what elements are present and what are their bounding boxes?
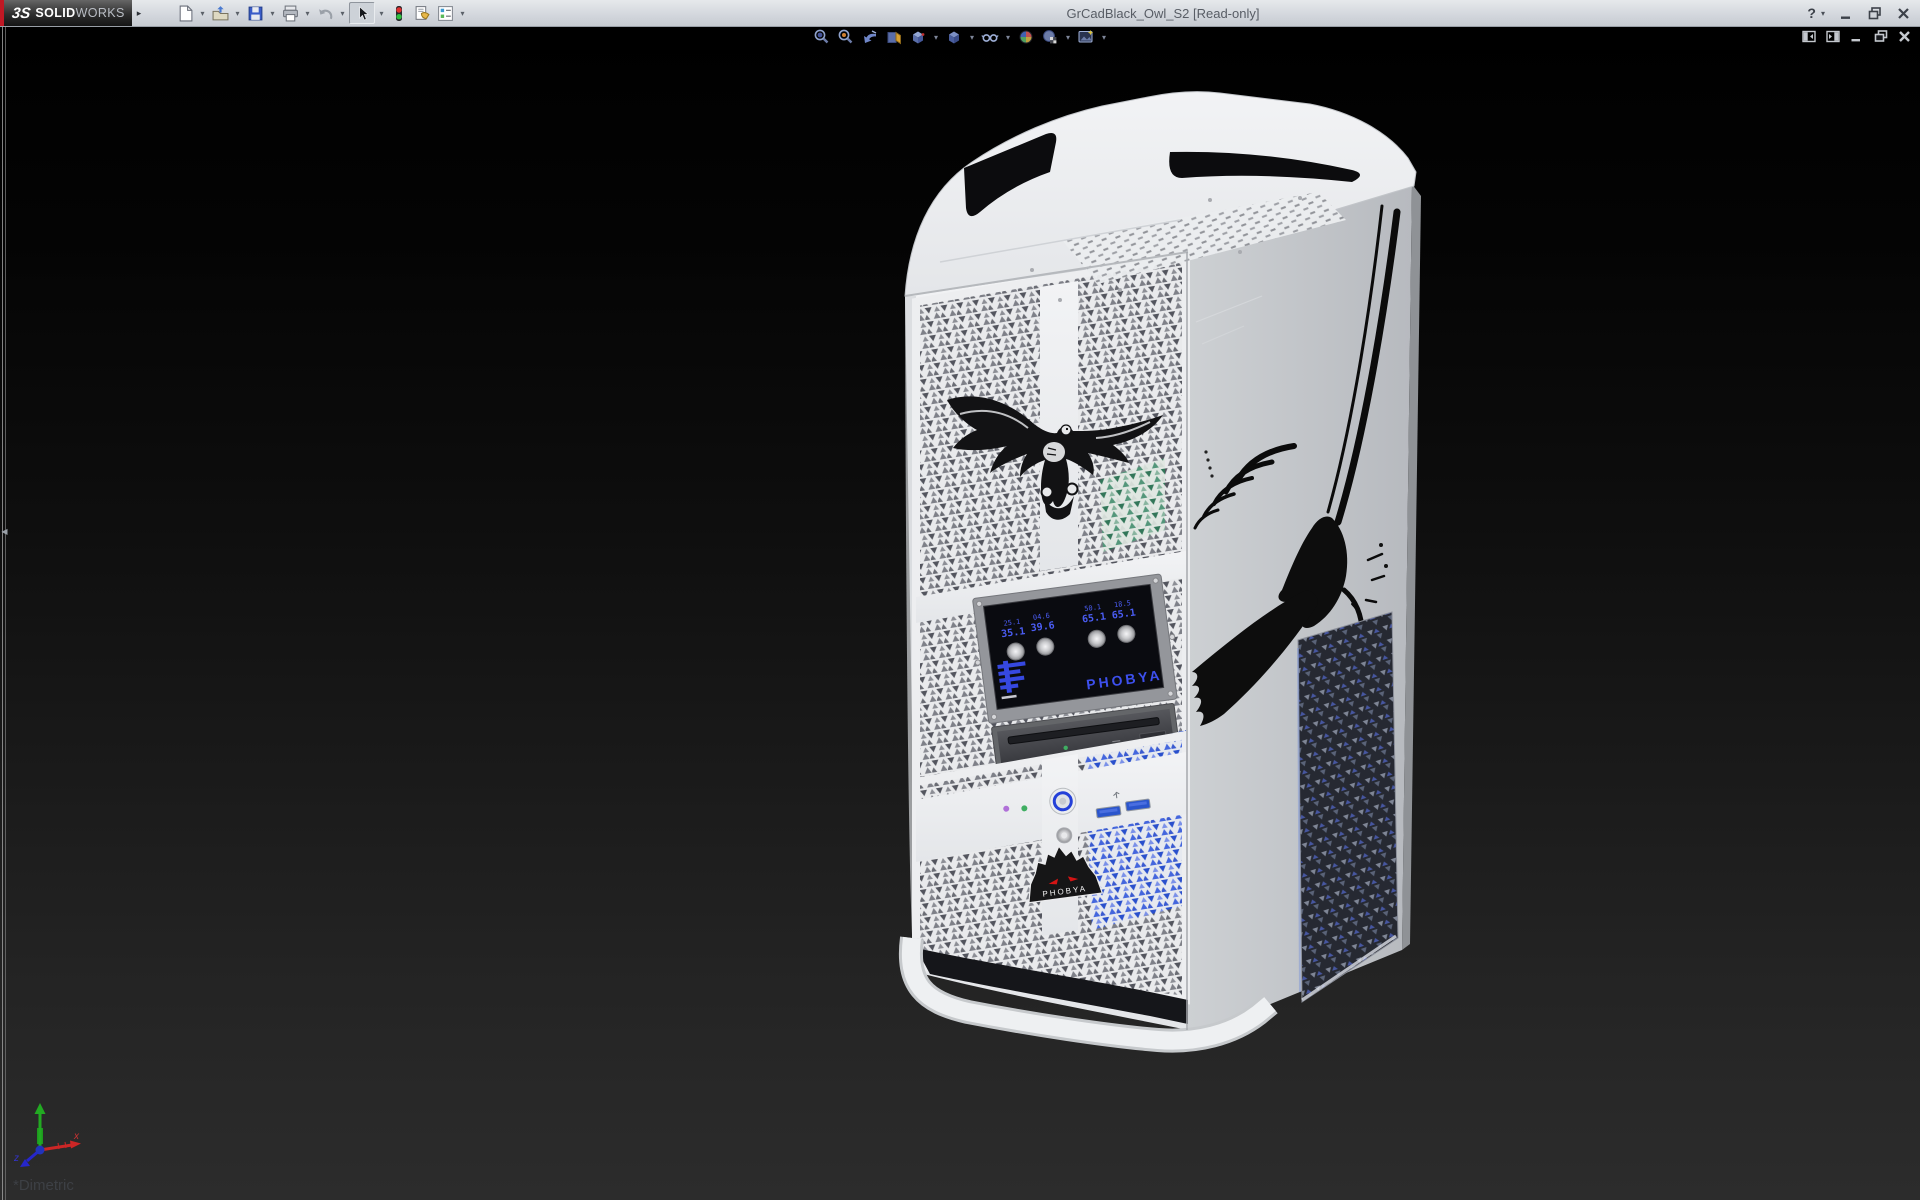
z-axis-label: z <box>13 1153 19 1164</box>
appearance-sphere-icon <box>1017 28 1035 46</box>
dropdown-caret[interactable]: ▾ <box>457 2 468 24</box>
document-window-controls <box>1801 29 1912 43</box>
triad-origin <box>36 1146 45 1155</box>
file-properties-button[interactable] <box>411 2 433 24</box>
select-button[interactable] <box>349 2 375 24</box>
open-button[interactable] <box>209 2 231 24</box>
3ds-logo-icon: 3S <box>11 5 32 22</box>
options-checklist-icon <box>437 5 454 22</box>
eyeglasses-icon <box>981 28 999 46</box>
close-document-icon <box>1898 30 1911 43</box>
dropdown-caret[interactable]: ▾ <box>197 2 208 24</box>
minimize-button[interactable] <box>1840 7 1853 20</box>
restore-document-icon <box>1874 30 1888 43</box>
restore-document-button[interactable] <box>1873 29 1888 43</box>
print-button[interactable] <box>279 2 301 24</box>
y-axis-arrow <box>35 1103 46 1114</box>
previous-view-button[interactable] <box>859 27 881 47</box>
options-button[interactable] <box>434 2 456 24</box>
file-properties-icon <box>414 5 431 22</box>
menu-expand-button[interactable]: ▸ <box>132 2 146 24</box>
pane-left-icon <box>1802 30 1816 43</box>
minimize-document-icon <box>1850 30 1863 43</box>
zoom-to-area-button[interactable] <box>835 27 857 47</box>
view-orientation-label: *Dimetric <box>13 1177 74 1194</box>
save-button[interactable] <box>244 2 266 24</box>
lcd-display: 25.1 35.1 04.6 39.6 50.1 65.1 18.5 65.1 <box>967 573 1183 724</box>
dropdown-caret[interactable]: ▾ <box>1063 33 1073 42</box>
dropdown-caret[interactable]: ▾ <box>967 33 977 42</box>
headsup-view-toolbar: ▾ ▾ ▾ ▾ ▾ <box>811 27 1109 47</box>
logo-red-strip <box>0 0 4 26</box>
brand-works: WORKS <box>76 6 125 20</box>
zoom-to-area-icon <box>837 28 855 46</box>
zoom-to-fit-button[interactable] <box>811 27 833 47</box>
close-button[interactable] <box>1897 7 1910 20</box>
show-feature-pane-button[interactable] <box>1801 29 1816 43</box>
section-view-icon <box>885 28 903 46</box>
x-axis-label: x <box>73 1131 80 1142</box>
previous-view-icon <box>861 28 879 46</box>
zoom-to-fit-icon <box>813 28 831 46</box>
display-style-cube-icon <box>945 28 963 46</box>
window-controls: ? ▾ <box>1807 0 1910 26</box>
view-orientation-button[interactable] <box>907 27 929 47</box>
show-display-pane-button[interactable] <box>1825 29 1840 43</box>
brand-solid: SOLID <box>35 6 75 20</box>
view-settings-button[interactable] <box>1075 27 1097 47</box>
panel-splitter-inner[interactable] <box>5 26 6 1200</box>
edit-appearance-button[interactable] <box>1015 27 1037 47</box>
section-view-button[interactable] <box>883 27 905 47</box>
save-icon <box>247 5 264 22</box>
dropdown-caret[interactable]: ▾ <box>376 2 387 24</box>
side-vent <box>1298 612 1398 1002</box>
title-bar: 3S SOLIDWORKS ▸ ▾ ▾ ▾ ▾ ▾ ▾ <box>0 0 1920 27</box>
new-document-button[interactable] <box>174 2 196 24</box>
panel-splitter[interactable] <box>2 26 3 1200</box>
dropdown-caret[interactable]: ▾ <box>337 2 348 24</box>
close-document-button[interactable] <box>1897 29 1912 43</box>
select-cursor-icon <box>355 6 370 21</box>
dropdown-caret[interactable]: ▾ <box>302 2 313 24</box>
undo-button[interactable] <box>314 2 336 24</box>
orientation-triad: x z <box>13 1103 81 1167</box>
view-settings-icon <box>1077 28 1095 46</box>
traffic-light-icon <box>391 5 407 22</box>
restore-button[interactable] <box>1868 7 1882 20</box>
hide-show-items-button[interactable] <box>979 27 1001 47</box>
print-icon <box>282 5 299 22</box>
dropdown-caret[interactable]: ▾ <box>232 2 243 24</box>
dropdown-caret[interactable]: ▾ <box>1003 33 1013 42</box>
main-toolbar: ▾ ▾ ▾ ▾ ▾ ▾ ▾ <box>174 2 468 24</box>
solidworks-logo: 3S SOLIDWORKS <box>0 0 132 26</box>
apply-scene-button[interactable] <box>1039 27 1061 47</box>
help-caret[interactable]: ▾ <box>1821 9 1825 18</box>
view-orientation-cube-icon <box>909 28 927 46</box>
apply-scene-icon <box>1041 28 1059 46</box>
pc-case-model[interactable]: 25.1 35.1 04.6 39.6 50.1 65.1 18.5 65.1 <box>905 92 1421 1041</box>
rebuild-button[interactable] <box>388 2 410 24</box>
pane-right-icon <box>1826 30 1840 43</box>
dropdown-caret[interactable]: ▾ <box>267 2 278 24</box>
open-folder-icon <box>212 5 229 22</box>
minimize-document-button[interactable] <box>1849 29 1864 43</box>
help-button[interactable]: ? <box>1807 5 1816 21</box>
display-style-button[interactable] <box>943 27 965 47</box>
dropdown-caret[interactable]: ▾ <box>1099 33 1109 42</box>
new-document-icon <box>177 5 194 22</box>
dropdown-caret[interactable]: ▾ <box>931 33 941 42</box>
undo-icon <box>317 5 334 22</box>
window-title: GrCadBlack_Owl_S2 [Read-only] <box>1067 0 1260 26</box>
featuremanager-collapse-arrow[interactable]: ◀ <box>0 522 9 540</box>
solidworks-window: 3S SOLIDWORKS ▸ ▾ ▾ ▾ ▾ ▾ ▾ <box>0 0 1920 1200</box>
model-canvas[interactable]: 25.1 35.1 04.6 39.6 50.1 65.1 18.5 65.1 <box>0 0 1920 1200</box>
